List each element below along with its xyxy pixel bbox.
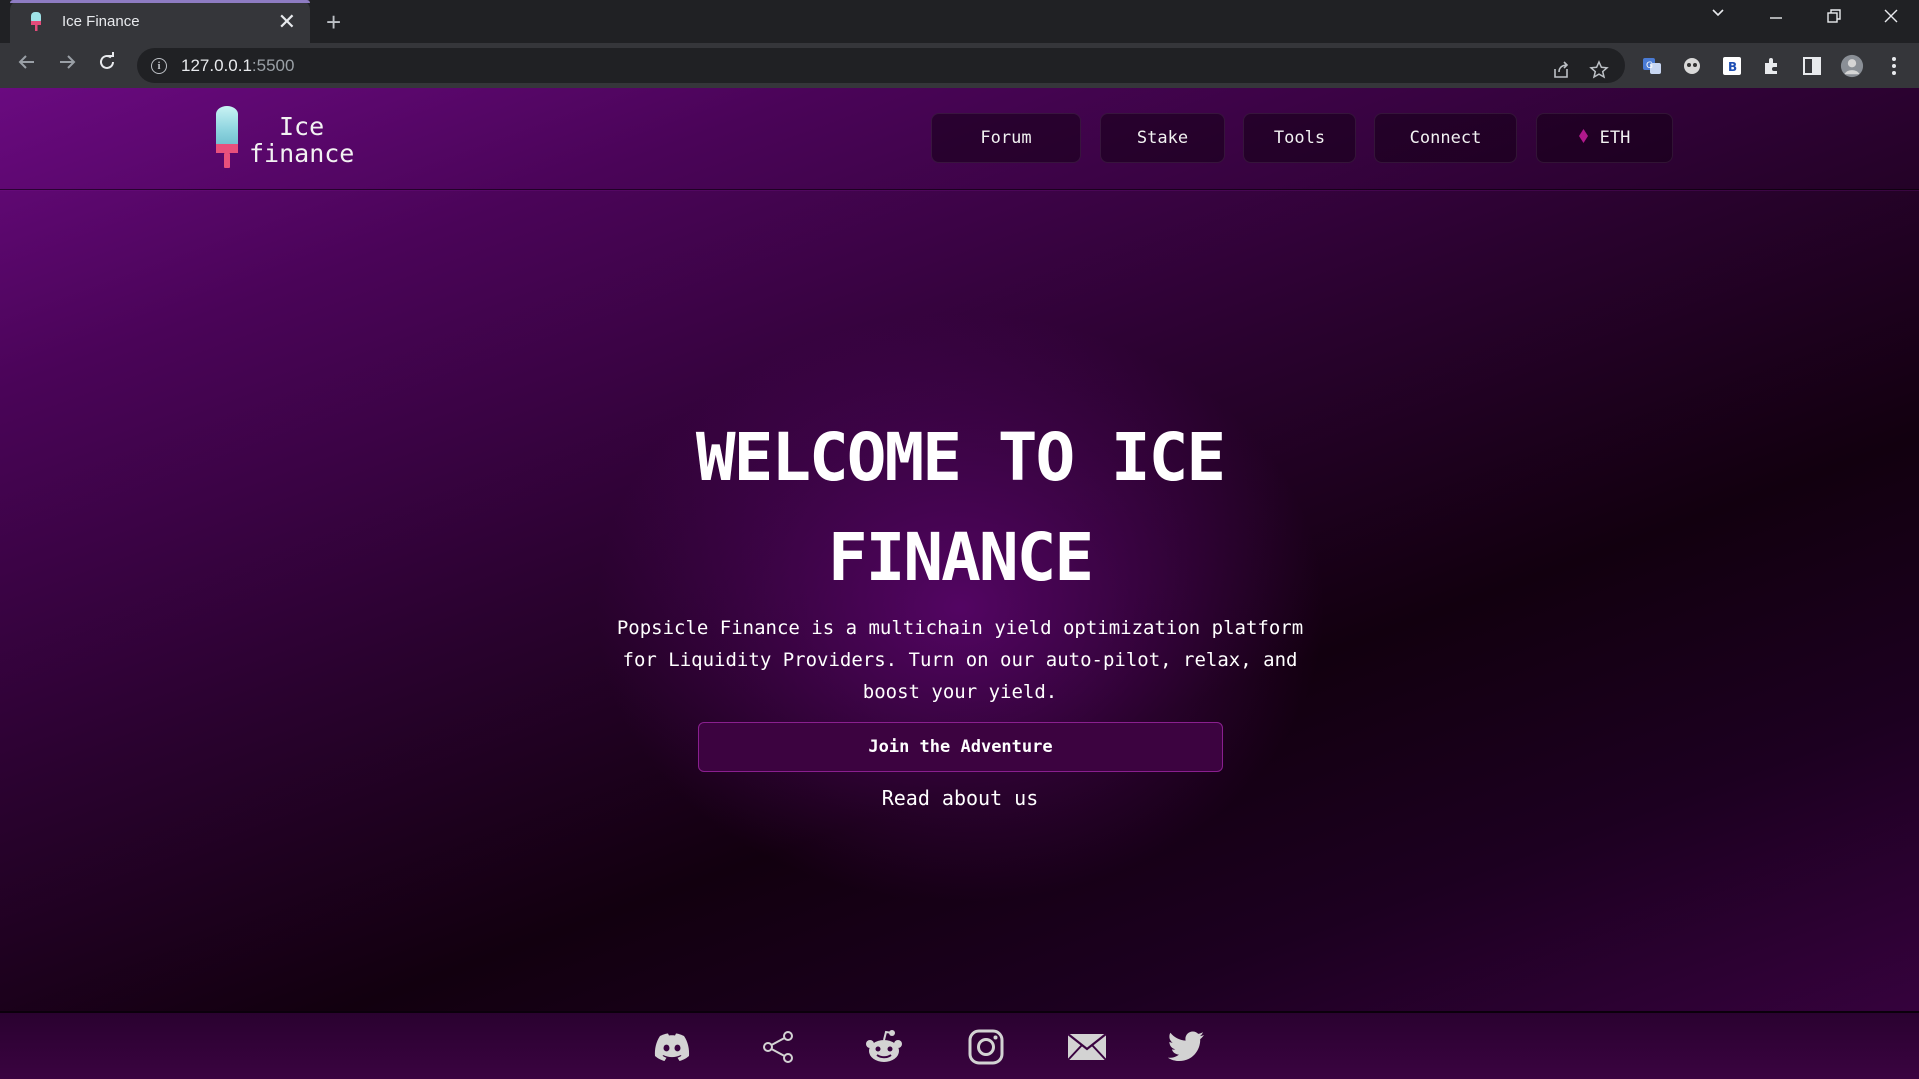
nav-connect-label: Connect — [1409, 128, 1482, 148]
reload-icon[interactable] — [96, 51, 118, 79]
address-bar[interactable]: i 127.0.0.1:5500 — [137, 48, 1625, 83]
star-icon[interactable] — [1589, 60, 1609, 86]
nav-forum-label: Forum — [980, 128, 1032, 148]
read-about-us-link[interactable]: Read about us — [760, 786, 1160, 810]
nav-connect[interactable]: Connect — [1374, 113, 1517, 163]
join-adventure-button[interactable]: Join the Adventure — [698, 722, 1223, 772]
browser-tab[interactable]: Ice Finance ✕ — [10, 0, 310, 43]
close-window-icon[interactable] — [1883, 8, 1899, 29]
logo-line-1: Ice — [279, 112, 325, 141]
side-panel-icon[interactable] — [1800, 54, 1824, 78]
share-icon[interactable] — [1551, 60, 1571, 86]
nav-eth-network[interactable]: ETH — [1536, 113, 1673, 163]
forward-arrow-icon[interactable] — [56, 51, 78, 79]
back-arrow-icon[interactable] — [16, 51, 38, 79]
nav-tools-label: Tools — [1273, 128, 1326, 148]
nav-tools[interactable]: Tools — [1243, 113, 1356, 163]
popsicle-logo-icon — [213, 106, 241, 174]
nav-forum[interactable]: Forum — [931, 113, 1081, 163]
eth-diamond-icon — [1578, 129, 1588, 147]
logo-line-2: finance — [249, 139, 355, 168]
popsicle-favicon-icon — [28, 11, 44, 32]
extensions-icon[interactable] — [1760, 54, 1784, 78]
logo-text: Ice finance — [249, 113, 354, 167]
tab-accent — [10, 0, 310, 3]
url-port: :5500 — [251, 55, 295, 75]
hero-description: Popsicle Finance is a multichain yield o… — [616, 617, 1304, 703]
extension-b-icon[interactable]: B — [1720, 54, 1744, 78]
menu-icon[interactable] — [1882, 54, 1906, 78]
hero-title: WELCOME TO ICE FINANCE — [560, 408, 1360, 608]
svg-text:G: G — [1646, 61, 1653, 71]
info-icon[interactable]: i — [151, 57, 167, 74]
join-adventure-label: Join the Adventure — [868, 737, 1053, 757]
svg-text:B: B — [1728, 60, 1737, 74]
page-viewport: Ice finance Forum Stake Tools Connect ET… — [0, 88, 1919, 1079]
site-header: Ice finance Forum Stake Tools Connect ET… — [0, 88, 1919, 190]
profile-avatar[interactable] — [1840, 54, 1864, 78]
minimize-icon[interactable] — [1768, 8, 1784, 29]
tab-title: Ice Finance — [62, 13, 140, 30]
twitter-icon[interactable] — [1164, 1027, 1208, 1067]
nav-stake-label: Stake — [1136, 128, 1189, 148]
browser-tab-strip: Ice Finance ✕ + — [0, 0, 1919, 43]
url-host: 127.0.0.1 — [181, 55, 252, 75]
mail-icon[interactable] — [1065, 1027, 1109, 1067]
discord-icon[interactable] — [650, 1027, 694, 1067]
new-tab-button[interactable]: + — [326, 7, 341, 38]
site-footer — [0, 1011, 1919, 1079]
nav-eth-label: ETH — [1599, 128, 1631, 148]
extension-ghost-icon[interactable] — [1680, 54, 1704, 78]
instagram-icon[interactable] — [964, 1027, 1008, 1067]
restore-icon[interactable] — [1826, 8, 1842, 29]
translate-icon[interactable]: G — [1640, 54, 1664, 78]
hero-title-line-1: WELCOME TO ICE — [695, 419, 1226, 496]
hero-title-line-2: FINANCE — [827, 519, 1094, 596]
tab-search-icon[interactable] — [1710, 4, 1726, 25]
share-network-icon[interactable] — [756, 1027, 800, 1067]
logo[interactable]: Ice finance — [213, 106, 354, 174]
browser-toolbar: i 127.0.0.1:5500 G B — [0, 43, 1919, 88]
tab-close-icon[interactable]: ✕ — [278, 10, 296, 33]
nav-stake[interactable]: Stake — [1100, 113, 1225, 163]
reddit-icon[interactable] — [862, 1027, 906, 1067]
